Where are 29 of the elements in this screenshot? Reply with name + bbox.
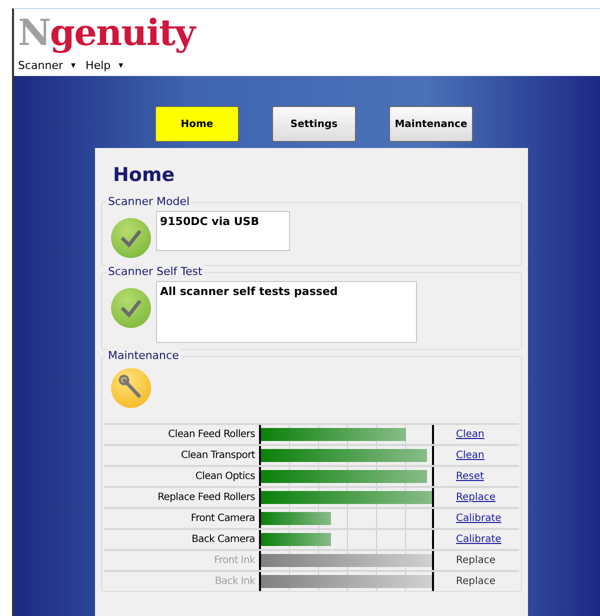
action-link[interactable]: Calibrate [434,513,519,524]
maintenance-label: Front Ink [213,555,256,566]
action-link[interactable]: Clean [434,450,519,461]
maintenance-label: Back Ink [214,576,256,587]
self-test-field: All scanner self tests passed [156,281,417,343]
page-title: Home [113,164,176,186]
maintenance-label: Replace Feed Rollers [156,492,256,503]
greyed-label: Replace [455,576,497,587]
action-link[interactable]: Reset [434,471,519,482]
tab[interactable]: Settings [272,106,356,142]
action-link[interactable]: Replace [434,492,519,503]
model-field: 9150DC via USB [156,211,290,251]
section-heading: Maintenance [106,349,181,362]
maintenance-label: Front Camera [190,513,256,524]
section-heading: Scanner Self Test [106,265,204,278]
action-link[interactable]: Clean [434,429,519,440]
section-heading: Scanner Model [106,195,192,208]
tab[interactable]: Maintenance [389,106,473,142]
maintenance-label: Clean Transport [180,450,256,461]
menu-item[interactable]: Scanner ▾ [18,59,76,72]
maintenance-label: Clean Feed Rollers [167,429,256,440]
action-link[interactable]: Calibrate [434,534,519,545]
wrench-icon [110,367,152,409]
tab[interactable]: Home [155,106,239,142]
ngenuity-logo: Ngenuity [18,13,195,53]
maintenance-label: Clean Optics [194,471,256,482]
maintenance-label: Back Camera [190,534,256,545]
greyed-label: Replace [455,555,497,566]
menu-item[interactable]: Help ▾ [86,59,124,72]
